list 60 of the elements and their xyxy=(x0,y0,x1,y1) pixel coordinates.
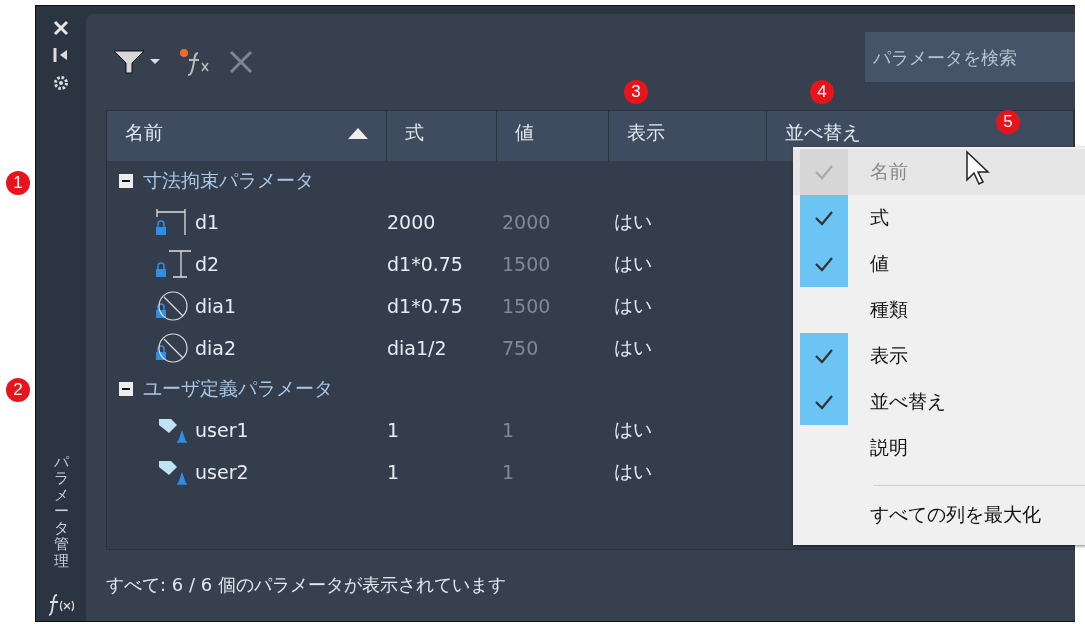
delete-icon[interactable] xyxy=(228,49,254,75)
parameter-name: user2 xyxy=(195,461,249,483)
show-cell-text: はい xyxy=(614,209,652,234)
parameter-name: d2 xyxy=(195,253,220,275)
status-text: すべて: 6 / 6 個のパラメータが表示されています xyxy=(106,573,507,597)
menu-item[interactable]: 種類 xyxy=(793,287,1085,333)
menu-item[interactable]: 値 xyxy=(793,241,1085,287)
checkmark-icon xyxy=(814,256,834,272)
column-header[interactable]: 表示 xyxy=(609,111,767,161)
expression-cell-text: 1 xyxy=(387,461,401,483)
new-parameter-icon[interactable] xyxy=(178,47,212,77)
menu-item[interactable]: 表示 xyxy=(793,333,1085,379)
panel-title: パラメータ管理 xyxy=(53,453,69,569)
expression-cell-text: 1 xyxy=(387,419,401,441)
parameter-name: d1 xyxy=(195,211,220,233)
show-cell-text: はい xyxy=(614,417,652,442)
value-cell-text: 750 xyxy=(502,337,540,359)
parameter-name: dia1 xyxy=(195,295,237,317)
filter-icon[interactable] xyxy=(112,48,162,76)
parameter-name: user1 xyxy=(195,419,249,441)
callout-number: 1 xyxy=(6,171,30,195)
value-cell-text: 1500 xyxy=(502,253,552,275)
show-cell-text: はい xyxy=(614,293,652,318)
checkmark-icon xyxy=(814,164,834,180)
vertical-dimension-icon xyxy=(155,249,191,279)
menu-item[interactable]: 式 xyxy=(793,195,1085,241)
diameter-dimension-icon xyxy=(155,332,191,364)
checkmark-icon xyxy=(814,210,834,226)
menu-item[interactable]: すべての列を最大化 xyxy=(870,502,1085,528)
collapse-icon[interactable] xyxy=(119,382,133,396)
show-cell-text: はい xyxy=(614,251,652,276)
expression-cell-text: d1*0.75 xyxy=(387,253,464,275)
collapse-icon[interactable] xyxy=(119,174,133,188)
value-cell-text: 1 xyxy=(502,419,516,441)
function-icon[interactable] xyxy=(48,593,74,617)
pin-icon[interactable] xyxy=(53,46,69,64)
close-icon[interactable] xyxy=(53,20,69,36)
column-header[interactable]: 式 xyxy=(387,111,497,161)
show-cell-text: はい xyxy=(614,459,652,484)
diameter-dimension-icon xyxy=(155,290,191,322)
checkmark-icon xyxy=(814,394,834,410)
group-label: ユーザ定義パラメータ xyxy=(143,376,333,401)
expression-cell-text: dia1/2 xyxy=(387,337,448,359)
group-label: 寸法拘束パラメータ xyxy=(143,168,314,193)
value-cell-text: 1 xyxy=(502,461,516,483)
column-header[interactable]: 名前 xyxy=(107,111,387,161)
mouse-cursor-icon xyxy=(965,150,991,188)
column-header[interactable]: 値 xyxy=(497,111,609,161)
parameter-name: dia2 xyxy=(195,337,237,359)
callout-number: 2 xyxy=(6,378,30,402)
expression-cell-text: d1*0.75 xyxy=(387,295,464,317)
menu-item[interactable]: 並べ替え xyxy=(793,379,1085,425)
value-cell-text: 2000 xyxy=(502,211,552,233)
checkmark-icon xyxy=(814,348,834,364)
value-cell-text: 1500 xyxy=(502,295,552,317)
menu-item[interactable]: 説明 xyxy=(793,425,1085,471)
settings-icon[interactable] xyxy=(52,74,70,92)
search-field[interactable]: パラメータを検索 xyxy=(865,32,1075,82)
show-cell-text: はい xyxy=(614,335,652,360)
expression-cell-text: 2000 xyxy=(387,211,437,233)
